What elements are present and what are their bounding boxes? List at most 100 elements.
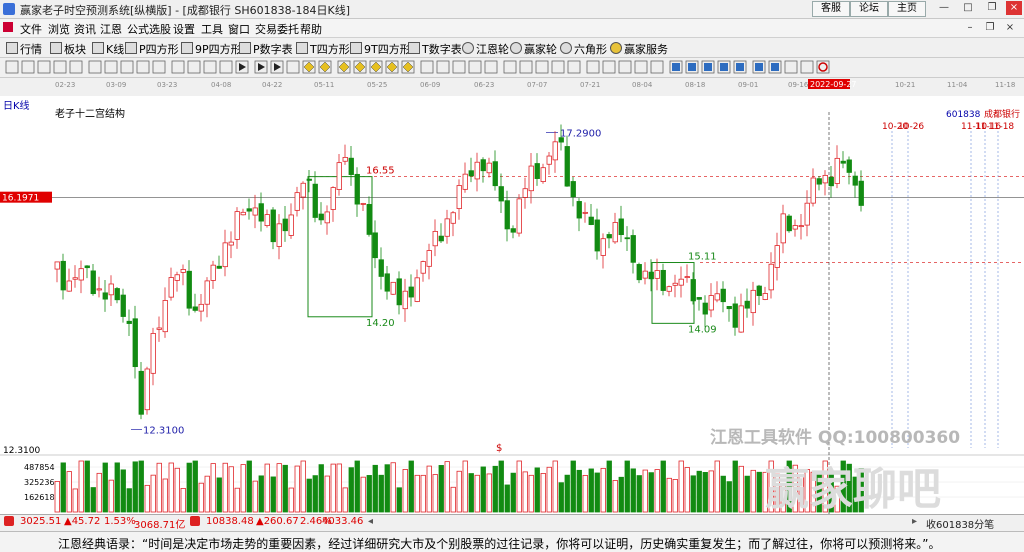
tool-last-icon[interactable] xyxy=(286,60,300,74)
tool-line-icon[interactable] xyxy=(484,60,498,74)
volume-bar xyxy=(120,469,126,513)
tool-sq-icon[interactable] xyxy=(634,60,648,74)
tool-arc-icon[interactable] xyxy=(171,60,185,74)
child-minimize-icon[interactable]: – xyxy=(962,21,978,35)
tick-detail-label[interactable]: 收601838分笔 xyxy=(926,516,994,531)
toolbar-gann-wheel[interactable]: 江恩轮 xyxy=(462,41,509,57)
forum-button[interactable]: 论坛 xyxy=(850,1,888,17)
candle-body xyxy=(540,167,546,182)
candle-body xyxy=(738,305,744,333)
close-icon[interactable]: × xyxy=(1006,1,1022,15)
tool-cal-icon[interactable] xyxy=(800,60,814,74)
volume-bar xyxy=(684,467,690,513)
tool-cycle-icon[interactable] xyxy=(21,60,35,74)
toolbar-t-number[interactable]: T数字表 xyxy=(408,41,462,57)
tool-mirror-icon[interactable] xyxy=(436,60,450,74)
candle-body xyxy=(828,176,834,187)
tool-stop-icon[interactable] xyxy=(219,60,233,74)
toolbar-sectors[interactable]: 板块 xyxy=(50,41,86,57)
toolbar-winner-service[interactable]: 赢家服务 xyxy=(610,41,668,57)
volume-bar xyxy=(438,465,444,513)
menu-settings[interactable]: 设置 xyxy=(173,21,195,37)
minimize-icon[interactable]: — xyxy=(936,1,952,15)
tool-sq-icon[interactable] xyxy=(567,60,581,74)
tool-cursor-icon[interactable] xyxy=(452,60,466,74)
maximize-icon[interactable]: □ xyxy=(960,1,976,15)
toolbar-hexagon[interactable]: 六角形 xyxy=(560,41,607,57)
tool-erase-icon[interactable] xyxy=(535,60,549,74)
tool-sq-icon[interactable] xyxy=(586,60,600,74)
menu-help[interactable]: 帮助 xyxy=(300,21,322,37)
scroll-left-icon[interactable]: ◂ xyxy=(368,516,373,527)
tool-tri-icon[interactable] xyxy=(152,60,166,74)
date-label: 10-21 xyxy=(895,81,915,89)
tool-angle-icon[interactable] xyxy=(136,60,150,74)
volume-bar xyxy=(228,466,234,513)
tool-split-icon[interactable] xyxy=(69,60,83,74)
volume-bar xyxy=(222,462,228,513)
sz-index-amount: 4033.46 xyxy=(322,516,364,527)
sz-index-value: 10838.48 xyxy=(206,516,254,527)
toolbar-p-number[interactable]: P数字表 xyxy=(239,41,293,57)
tool-grid-icon[interactable] xyxy=(5,60,19,74)
tool-bar2-icon[interactable] xyxy=(88,60,102,74)
kline-chart[interactable]: 日K线 老子十二宫结构 601838 成都银行 16.1971 12.3100 17.290… xyxy=(0,96,1024,515)
menu-gann[interactable]: 江恩 xyxy=(100,21,122,37)
home-button[interactable]: 主页 xyxy=(888,1,926,17)
tool-fan-icon[interactable] xyxy=(120,60,134,74)
menu-browse[interactable]: 浏览 xyxy=(48,21,70,37)
candle-body xyxy=(840,160,846,164)
tool-sq-icon[interactable] xyxy=(602,60,616,74)
toolbar-9t-square[interactable]: 9T四方形 xyxy=(350,41,411,57)
menu-file[interactable]: 文件 xyxy=(20,21,42,37)
candle-body xyxy=(432,231,438,247)
tool-box-icon[interactable] xyxy=(551,60,565,74)
customer-service-button[interactable]: 客服 xyxy=(812,1,850,17)
tool-mirror-icon[interactable] xyxy=(420,60,434,74)
tool-wave-icon[interactable] xyxy=(37,60,51,74)
candle-body xyxy=(198,303,204,312)
tool-sq-icon[interactable] xyxy=(650,60,664,74)
tool-grid-icon[interactable] xyxy=(784,60,798,74)
9p-square-icon xyxy=(181,42,193,54)
scroll-right-icon[interactable]: ▸ xyxy=(912,516,917,527)
child-close-icon[interactable]: × xyxy=(1002,21,1018,35)
table-mark xyxy=(720,63,728,71)
menu-tools[interactable]: 工具 xyxy=(201,21,223,37)
tool-text-icon[interactable] xyxy=(519,60,533,74)
tool-ray-icon[interactable] xyxy=(503,60,517,74)
menu-formula[interactable]: 公式选股 xyxy=(127,21,171,37)
candle-body xyxy=(228,241,234,246)
volume-bar xyxy=(576,469,582,513)
date-label: 04-22 xyxy=(262,81,282,89)
volume-bar xyxy=(276,463,282,513)
candle-body xyxy=(282,218,288,232)
menu-trade[interactable]: 交易委托 xyxy=(255,21,299,37)
toolbar-t-square[interactable]: T四方形 xyxy=(296,41,350,57)
volume-bar xyxy=(708,470,714,513)
candle-body xyxy=(390,281,396,295)
candle-body xyxy=(96,288,102,291)
menu-window[interactable]: 窗口 xyxy=(228,21,250,37)
tool-bar-icon[interactable] xyxy=(53,60,67,74)
tool-label-icon[interactable] xyxy=(104,60,118,74)
candle-body xyxy=(672,282,678,286)
candle-body xyxy=(666,286,672,292)
tool-dot-icon[interactable] xyxy=(203,60,217,74)
quote-bar: 江恩经典语录：“时间是决定市场走势的重要因素，经过详细研究大市及个别股票的过往记… xyxy=(0,531,1024,552)
tool-sq-icon[interactable] xyxy=(618,60,632,74)
toolbar-kline[interactable]: K线 xyxy=(92,41,124,57)
menu-info[interactable]: 资讯 xyxy=(74,21,96,37)
candle-body xyxy=(162,300,168,333)
child-restore-icon[interactable]: ❐ xyxy=(982,21,998,35)
volume-bar xyxy=(234,487,240,513)
toolbar-quotes[interactable]: 行情 xyxy=(6,41,42,57)
toolbar-p-square[interactable]: P四方形 xyxy=(125,41,179,57)
volume-bar xyxy=(198,482,204,513)
toolbar-winner-wheel[interactable]: 赢家轮 xyxy=(510,41,557,57)
restore-icon[interactable]: ❐ xyxy=(984,1,1000,15)
toolbar-9p-square[interactable]: 9P四方形 xyxy=(181,41,242,57)
tool-ruler-icon[interactable] xyxy=(187,60,201,74)
tool-cross-icon[interactable] xyxy=(468,60,482,74)
volume-bar xyxy=(486,473,492,513)
